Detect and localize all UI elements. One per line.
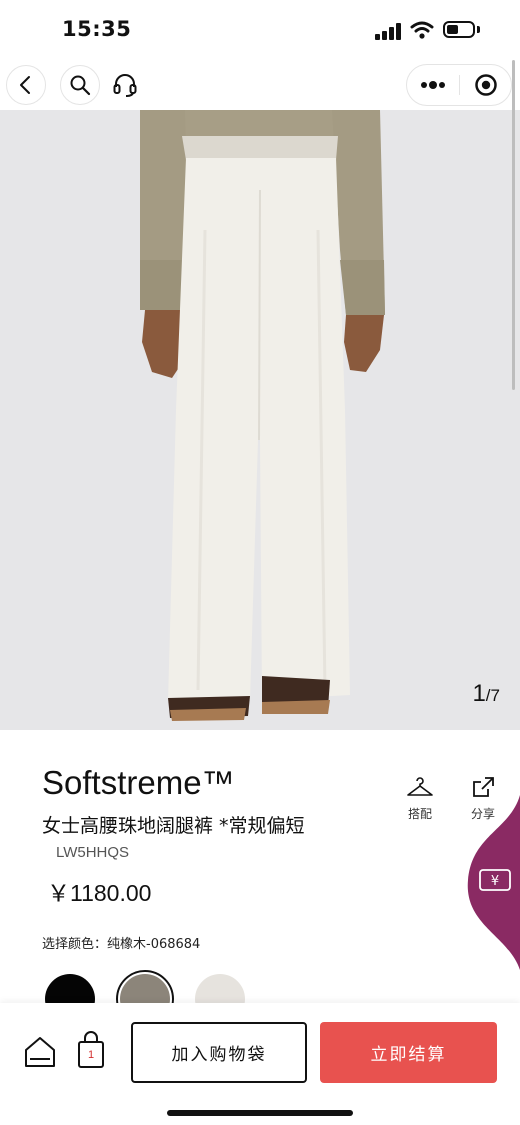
product-photo: [0, 110, 520, 730]
miniprogram-capsule: [406, 64, 512, 106]
image-counter-current: 1: [472, 680, 486, 707]
back-button[interactable]: [6, 65, 46, 105]
image-counter: 1/7: [472, 680, 500, 708]
outfit-button[interactable]: 搭配: [395, 776, 445, 822]
add-to-bag-button[interactable]: 加入购物袋: [131, 1022, 307, 1083]
product-code: LW5HHQS: [56, 844, 130, 861]
checkout-button[interactable]: 立即结算: [320, 1022, 497, 1083]
signal-icon: [375, 22, 403, 40]
wifi-icon: [410, 21, 434, 39]
headset-icon: [113, 74, 137, 97]
more-dots-icon: [421, 81, 445, 89]
home-indicator: [167, 1110, 353, 1116]
bag-count-badge: 1: [87, 1049, 95, 1061]
bottom-bar: 1 加入购物袋 立即结算: [0, 1003, 520, 1125]
status-bar: 15:35: [0, 0, 520, 60]
battery-level: [447, 25, 458, 34]
product-image-gallery[interactable]: 1/7: [0, 110, 520, 730]
search-button[interactable]: [60, 65, 100, 105]
close-miniprogram-icon: [475, 74, 497, 96]
page-scrollbar[interactable]: [512, 60, 515, 390]
image-counter-total: 7: [490, 686, 500, 705]
coupon-tab[interactable]: ¥: [462, 795, 520, 970]
product-price: ￥1180.00: [47, 880, 152, 906]
battery-icon: [443, 21, 475, 38]
product-name: Softstreme™: [42, 764, 235, 801]
coupon-icon-text: ¥: [491, 874, 499, 889]
home-icon: [25, 1037, 55, 1067]
search-icon: [70, 75, 91, 96]
color-selection-label: 选择颜色：纯橡木-068684: [42, 937, 201, 952]
outfit-label: 搭配: [407, 807, 432, 821]
battery-cap: [477, 26, 480, 33]
status-time: 15:35: [62, 17, 132, 41]
more-button[interactable]: [407, 65, 459, 105]
customer-service-button[interactable]: [105, 65, 145, 105]
bag-button[interactable]: 1: [76, 1031, 106, 1071]
hanger-icon: [407, 777, 433, 796]
close-miniprogram-button[interactable]: [460, 65, 512, 105]
home-button[interactable]: [22, 1033, 58, 1073]
back-icon: [20, 76, 30, 94]
nav-bar: [0, 60, 520, 110]
product-subtitle: 女士高腰珠地阔腿裤 *常规偏短: [42, 815, 305, 837]
